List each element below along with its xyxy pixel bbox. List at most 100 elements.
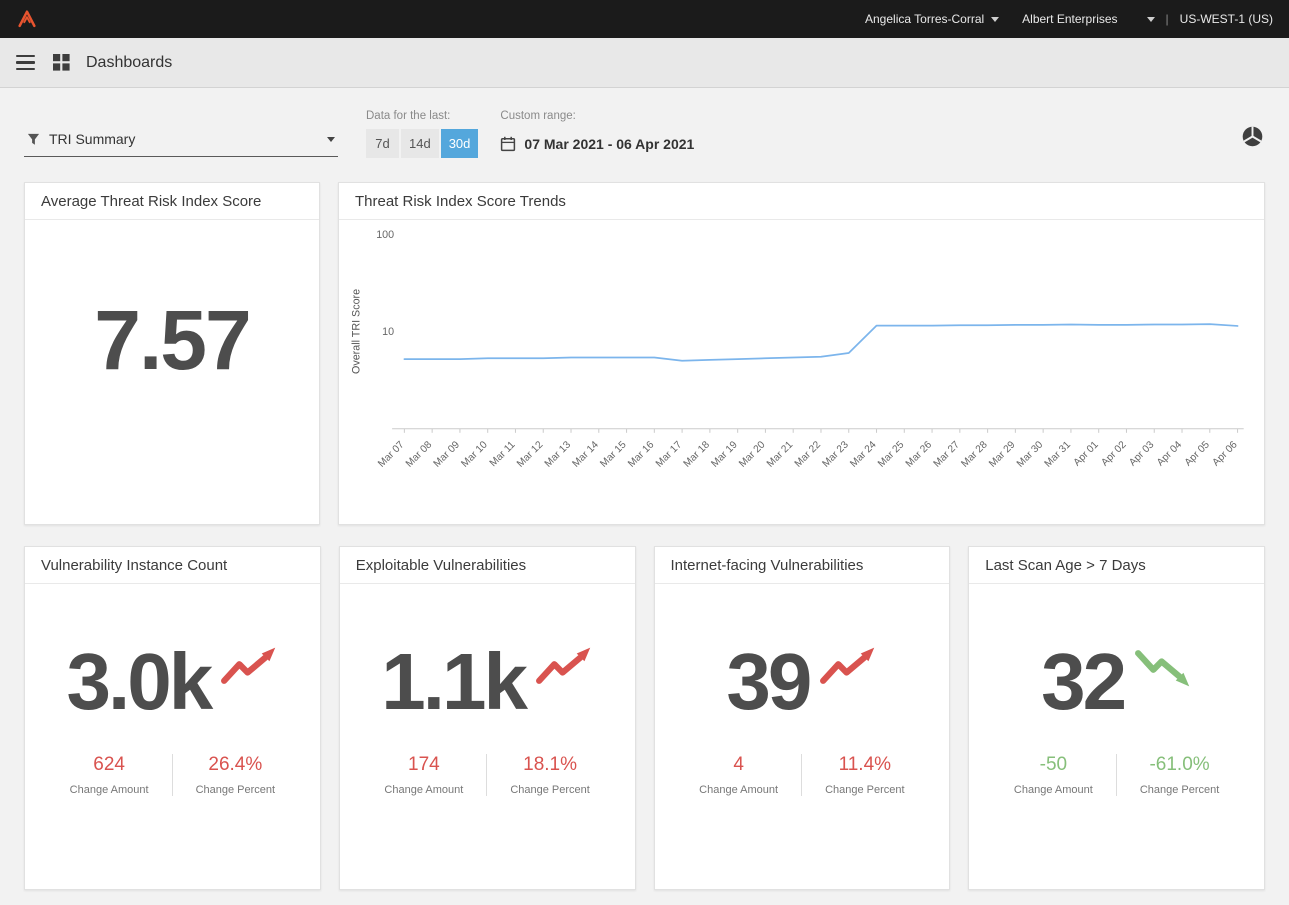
- filter-row: TRI Summary Data for the last: 7d 14d 30…: [24, 110, 1265, 158]
- svg-text:Mar 09: Mar 09: [432, 439, 462, 469]
- trend-icon: [1134, 646, 1192, 688]
- tri-trends-card: Threat Risk Index Score Trends 10100Over…: [338, 182, 1265, 525]
- trend-up-icon: [535, 646, 593, 688]
- account-menu[interactable]: Albert Enterprises: [1022, 12, 1154, 26]
- svg-text:Mar 18: Mar 18: [682, 439, 712, 469]
- trend-icon: [535, 646, 593, 688]
- change-percent-block: 18.1% Change Percent: [486, 754, 613, 796]
- data-range-label: Data for the last:: [366, 110, 478, 122]
- svg-text:Mar 25: Mar 25: [876, 439, 906, 469]
- change-percent-block: 11.4% Change Percent: [801, 754, 928, 796]
- apps-grid-icon[interactable]: [53, 54, 70, 71]
- svg-text:Mar 31: Mar 31: [1043, 439, 1073, 469]
- svg-text:Apr 05: Apr 05: [1183, 439, 1212, 468]
- topbar-menus: Angelica Torres-Corral Albert Enterprise…: [865, 12, 1273, 26]
- change-amount-value: 174: [384, 754, 463, 776]
- svg-text:Mar 11: Mar 11: [488, 439, 518, 469]
- account-name: Albert Enterprises: [1022, 12, 1117, 26]
- svg-text:Mar 13: Mar 13: [543, 439, 573, 469]
- svg-text:Mar 15: Mar 15: [598, 439, 628, 469]
- stat-value: 3.0k: [67, 642, 211, 722]
- change-amount-label: Change Amount: [70, 784, 149, 796]
- svg-text:Apr 01: Apr 01: [1072, 439, 1101, 468]
- page-title: Dashboards: [86, 54, 172, 72]
- dashboard-select[interactable]: TRI Summary: [24, 124, 338, 157]
- change-amount-block: 624 Change Amount: [47, 754, 172, 796]
- svg-text:Mar 30: Mar 30: [1015, 439, 1045, 469]
- change-percent-label: Change Percent: [825, 784, 905, 796]
- svg-text:Mar 23: Mar 23: [821, 439, 851, 469]
- svg-text:Apr 02: Apr 02: [1100, 439, 1129, 468]
- svg-text:Mar 19: Mar 19: [710, 439, 740, 469]
- change-amount-block: -50 Change Amount: [991, 754, 1116, 796]
- pie-chart-icon[interactable]: [1240, 124, 1265, 154]
- trend-up-icon: [220, 646, 278, 688]
- card-title: Vulnerability Instance Count: [25, 547, 320, 584]
- exploitable-vulnerabilities-card: Exploitable Vulnerabilities 1.1k: [339, 546, 636, 890]
- svg-text:Mar 07: Mar 07: [376, 439, 406, 469]
- change-amount-value: 624: [70, 754, 149, 776]
- change-percent-label: Change Percent: [196, 784, 276, 796]
- card-title: Average Threat Risk Index Score: [25, 183, 319, 220]
- change-amount-label: Change Amount: [699, 784, 778, 796]
- svg-text:Overall TRI Score: Overall TRI Score: [350, 289, 362, 374]
- user-menu[interactable]: Angelica Torres-Corral: [865, 12, 999, 26]
- card-title: Internet-facing Vulnerabilities: [655, 547, 950, 584]
- internet-facing-vulnerabilities-card: Internet-facing Vulnerabilities 39: [654, 546, 951, 890]
- change-percent-label: Change Percent: [510, 784, 590, 796]
- average-tri-score-card: Average Threat Risk Index Score 7.57: [24, 182, 320, 525]
- card-title: Exploitable Vulnerabilities: [340, 547, 635, 584]
- card-title: Last Scan Age > 7 Days: [969, 547, 1264, 584]
- change-amount-label: Change Amount: [1014, 784, 1093, 796]
- range-button-7d[interactable]: 7d: [366, 129, 399, 158]
- change-percent-value: 11.4%: [825, 754, 905, 776]
- svg-text:Mar 16: Mar 16: [626, 439, 656, 469]
- hamburger-menu-icon[interactable]: [14, 51, 37, 75]
- cards-row-top: Average Threat Risk Index Score 7.57 Thr…: [24, 182, 1265, 525]
- range-buttons: 7d 14d 30d: [366, 129, 478, 158]
- svg-text:Mar 22: Mar 22: [793, 439, 823, 469]
- data-range-group: Data for the last: 7d 14d 30d: [366, 110, 478, 158]
- card-title: Threat Risk Index Score Trends: [339, 183, 1264, 220]
- svg-text:100: 100: [376, 229, 394, 241]
- change-amount-value: 4: [699, 754, 778, 776]
- svg-text:Mar 28: Mar 28: [959, 439, 989, 469]
- trend-icon: [819, 646, 877, 688]
- svg-text:Mar 12: Mar 12: [515, 439, 545, 469]
- trend-chart-area: 10100Overall TRI ScoreMar 07Mar 08Mar 09…: [339, 220, 1264, 526]
- svg-text:Mar 08: Mar 08: [404, 439, 434, 469]
- alertlogic-logo[interactable]: [16, 8, 38, 30]
- range-button-14d[interactable]: 14d: [401, 129, 439, 158]
- svg-text:Mar 20: Mar 20: [737, 439, 767, 469]
- topbar: Angelica Torres-Corral Albert Enterprise…: [0, 0, 1289, 38]
- change-percent-block: 26.4% Change Percent: [172, 754, 299, 796]
- custom-range-value: 07 Mar 2021 - 06 Apr 2021: [524, 136, 694, 152]
- trend-chart: 10100Overall TRI ScoreMar 07Mar 08Mar 09…: [345, 224, 1256, 526]
- filter-icon: [27, 133, 40, 146]
- user-name: Angelica Torres-Corral: [865, 12, 984, 26]
- change-percent-value: 18.1%: [510, 754, 590, 776]
- custom-range-picker[interactable]: 07 Mar 2021 - 06 Apr 2021: [500, 129, 694, 158]
- chevron-down-icon: [327, 137, 335, 142]
- change-percent-label: Change Percent: [1140, 784, 1220, 796]
- dashboard-select-value: TRI Summary: [49, 131, 135, 147]
- calendar-icon: [500, 136, 516, 152]
- cards-row-bottom: Vulnerability Instance Count 3.0k: [24, 546, 1265, 890]
- last-scan-age-card: Last Scan Age > 7 Days 32: [968, 546, 1265, 890]
- svg-text:Apr 04: Apr 04: [1155, 439, 1184, 468]
- range-button-30d[interactable]: 30d: [441, 129, 479, 158]
- stat-value: 1.1k: [381, 642, 525, 722]
- chevron-down-icon: [1147, 17, 1155, 22]
- logo-icon: [16, 8, 38, 30]
- svg-text:Mar 24: Mar 24: [848, 439, 878, 469]
- svg-text:Mar 26: Mar 26: [904, 439, 934, 469]
- svg-text:Mar 27: Mar 27: [932, 439, 962, 469]
- trend-up-icon: [819, 646, 877, 688]
- topbar-divider: |: [1166, 12, 1169, 26]
- stat-value: 39: [726, 642, 809, 722]
- custom-range-label: Custom range:: [500, 110, 694, 122]
- chevron-down-icon: [991, 17, 999, 22]
- svg-text:Apr 06: Apr 06: [1211, 439, 1240, 468]
- tri-score-value: 7.57: [25, 292, 319, 389]
- svg-text:Mar 14: Mar 14: [571, 439, 601, 469]
